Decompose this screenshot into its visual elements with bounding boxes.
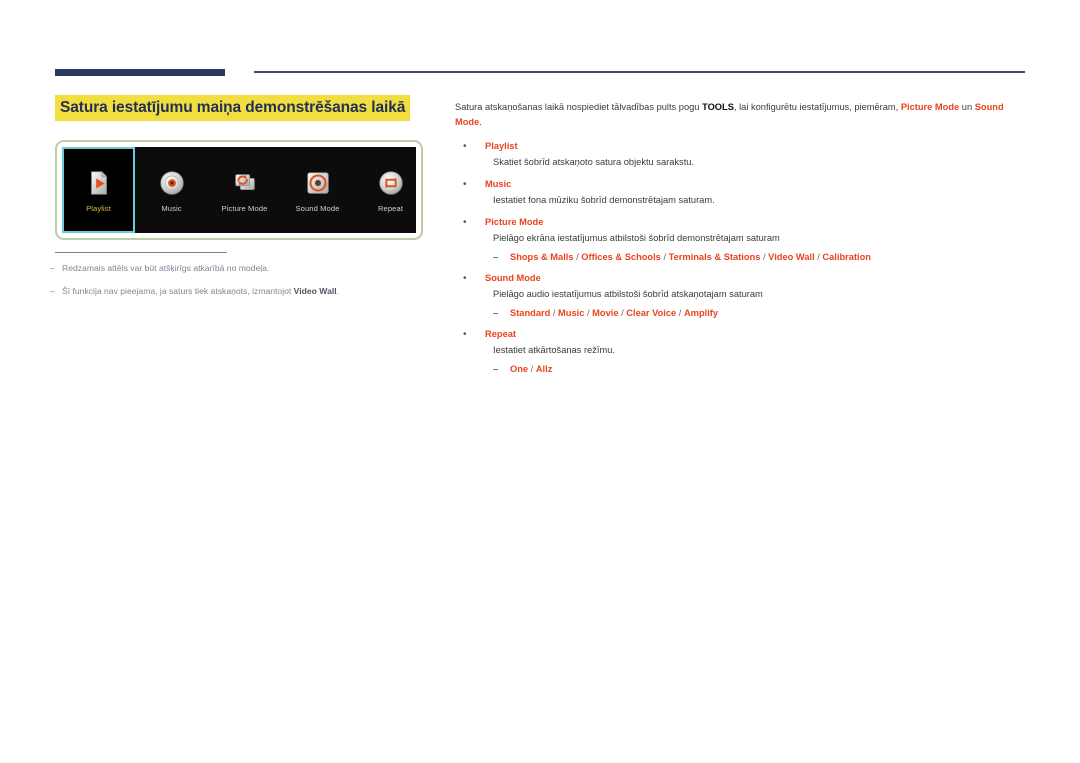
setting-name: Picture Mode (485, 216, 544, 227)
device-tools-menu: Playlist Music Picture Mode Sound Mode Repea… (62, 147, 416, 233)
menu-item-label: Music (161, 203, 182, 213)
picture-mode-refresh-cards-icon (230, 168, 260, 198)
footnote-text-bold: Video Wall (293, 285, 337, 296)
setting-heading: • Playlist (455, 139, 1027, 154)
bullet-marker-icon: • (463, 329, 467, 341)
setting-description: Iestatiet fona mūziku šobrīd demonstrēta… (493, 194, 715, 205)
setting-entry-music: • Music Iestatiet fona mūziku šobrīd demon… (455, 177, 1027, 208)
menu-item-label: Picture Mode (221, 203, 268, 213)
setting-heading: • Sound Mode (455, 271, 1027, 286)
footnote-text-plain: Redzamais attēls var būt atšķirīgs atkar… (62, 263, 270, 273)
setting-option: Calibration (822, 251, 871, 262)
menu-item-music[interactable]: Music (135, 147, 208, 233)
header-rule-thin (254, 71, 1025, 73)
sound-mode-speaker-ring-icon (303, 168, 333, 198)
setting-option: Terminals & Stations (668, 251, 761, 262)
footnote-divider (55, 252, 227, 253)
setting-option: Shops & Malls (510, 251, 574, 262)
option-separator: / (550, 308, 559, 318)
intro-paragraph: Satura atskaņošanas laikā nospiediet tāl… (455, 100, 1027, 130)
setting-name: Repeat (485, 329, 517, 340)
footnote-item: – Redzamais attēls var būt atšķirīgs atka… (50, 262, 450, 275)
setting-option-values: One / Allz (510, 362, 552, 376)
setting-name: Music (485, 178, 512, 189)
menu-item-sound-mode[interactable]: Sound Mode (281, 147, 354, 233)
setting-option: Allz (535, 364, 553, 375)
menu-item-repeat[interactable]: Repeat (354, 147, 416, 233)
setting-options-row: – Shops & Malls / Offices & Schools / Ter… (493, 250, 1027, 264)
footnote-item: – Šī funkcija nav pieejama, ja saturs tie… (50, 285, 450, 298)
option-separator: / (760, 251, 769, 262)
footnote-text: Redzamais attēls var būt atšķirīgs atkar… (62, 262, 269, 275)
device-screen: Playlist Music Picture Mode Sound Mode Repea… (62, 147, 416, 233)
setting-entry-playlist: • Playlist Skatiet šobrīd atskaņoto satura… (455, 139, 1027, 170)
setting-description: Iestatiet atkārtošanas režīmu. (493, 345, 615, 356)
right-column: Satura atskaņošanas laikā nospiediet tāl… (455, 100, 1027, 384)
setting-option: Music (558, 308, 585, 318)
setting-entry-sound-mode: • Sound Mode Pielāgo audio iestatījumus at… (455, 271, 1027, 320)
footnote-dash: – (50, 263, 55, 273)
repeat-loop-icon (376, 168, 406, 198)
menu-item-playlist[interactable]: Playlist (62, 147, 135, 233)
tools-button-name: TOOLS (702, 102, 734, 112)
footnote-text: Šī funkcija nav pieejama, ja saturs tiek… (62, 285, 339, 298)
option-separator: / (584, 308, 593, 318)
intro-text-3: un (959, 102, 975, 112)
footnote-text-tail: . (336, 285, 340, 296)
menu-item-label: Sound Mode (295, 203, 340, 213)
setting-option-values: Standard / Music / Movie / Clear Voice /… (510, 306, 718, 320)
menu-item-picture-mode[interactable]: Picture Mode (208, 147, 281, 233)
device-screenshot-frame: Playlist Music Picture Mode Sound Mode Repea… (55, 140, 423, 240)
option-separator: / (528, 364, 536, 375)
document-page: Satura iestatījumu maiņa demonstrēšanas … (0, 0, 1080, 763)
setting-option: Standard (510, 308, 551, 318)
setting-options-row: – Standard / Music / Movie / Clear Voice … (493, 306, 1027, 320)
picture-mode-term: Picture Mode (900, 102, 960, 112)
setting-option: One (510, 364, 529, 375)
sub-dash-marker: – (493, 364, 499, 375)
setting-name: Sound Mode (485, 273, 541, 284)
bullet-marker-icon: • (463, 141, 467, 153)
sub-dash-marker: – (493, 308, 499, 318)
footnote-list: – Redzamais attēls var būt atšķirīgs atka… (50, 262, 450, 308)
setting-option: Video Wall (768, 251, 815, 262)
bullet-marker-icon: • (463, 216, 467, 228)
setting-option: Clear Voice (626, 308, 677, 318)
page-title: Satura iestatījumu maiņa demonstrēšanas … (55, 95, 411, 122)
bullet-marker-icon: • (463, 273, 467, 285)
setting-option-values: Shops & Malls / Offices & Schools / Term… (510, 250, 871, 264)
left-column: Satura iestatījumu maiņa demonstrēšanas … (55, 95, 425, 122)
setting-options-row: – One / Allz (493, 362, 1027, 376)
setting-name: Playlist (485, 141, 518, 152)
setting-heading: • Repeat (455, 327, 1027, 342)
playlist-document-play-icon (84, 168, 114, 198)
setting-option: Amplify (683, 308, 719, 318)
setting-entry-repeat: • Repeat Iestatiet atkārtošanas režīmu. – On… (455, 327, 1027, 376)
intro-text-2: , lai konfigurētu iestatījumus, piemēram… (733, 102, 901, 112)
setting-heading: • Music (455, 177, 1027, 192)
footnote-text-plain: Šī funkcija nav pieejama, ja saturs tiek… (62, 285, 294, 296)
intro-text-4: . (479, 117, 482, 128)
setting-description: Pielāgo ekrāna iestatījumus atbilstoši š… (493, 232, 780, 243)
settings-bullet-list: • Playlist Skatiet šobrīd atskaņoto satura… (455, 139, 1027, 377)
menu-item-label: Playlist (86, 203, 111, 213)
setting-option: Movie (592, 308, 619, 318)
intro-text-1: Satura atskaņošanas laikā nospiediet tāl… (455, 102, 703, 112)
music-disc-icon (157, 168, 187, 198)
bullet-marker-icon: • (463, 178, 467, 190)
setting-heading: • Picture Mode (455, 215, 1027, 230)
header-rule-thick (55, 69, 225, 76)
sub-dash-marker: – (493, 251, 499, 262)
option-separator: / (660, 251, 669, 262)
option-separator: / (676, 308, 684, 318)
footnote-dash: – (50, 285, 55, 296)
setting-description: Pielāgo audio iestatījumus atbilstoši šo… (493, 289, 763, 300)
setting-description: Skatiet šobrīd atskaņoto satura objektu … (493, 157, 695, 168)
setting-entry-picture-mode: • Picture Mode Pielāgo ekrāna iestatījumus… (455, 215, 1027, 264)
setting-option: Offices & Schools (581, 251, 661, 262)
menu-item-label: Repeat (377, 203, 404, 213)
